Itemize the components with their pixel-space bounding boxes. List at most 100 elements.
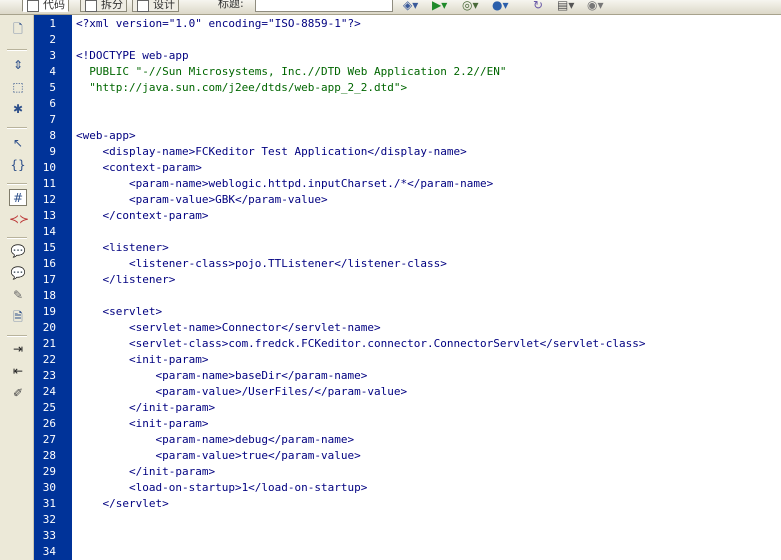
line-number: 2	[49, 33, 56, 46]
code-line[interactable]: <param-value>GBK</param-value>	[76, 192, 328, 208]
indent-icon[interactable]: ⇥	[9, 341, 27, 358]
select-tag-icon[interactable]: ✱	[9, 101, 27, 118]
code-line[interactable]: <param-name>weblogic.httpd.inputCharset.…	[76, 176, 493, 192]
tab-code-label: 代码	[43, 0, 65, 11]
highlight-icon[interactable]: ≺≻	[9, 211, 29, 228]
refresh-icon[interactable]: ↻	[533, 0, 543, 12]
line-numbers-icon[interactable]: #	[9, 189, 27, 206]
code-line[interactable]: <web-app>	[76, 128, 136, 144]
line-number: 11	[42, 177, 56, 190]
new-doc-icon[interactable]: 🗋	[9, 21, 27, 38]
code-line[interactable]: <param-name>baseDir</param-name>	[76, 368, 367, 384]
refresh-design-icon[interactable]: ◎▾	[462, 0, 479, 12]
line-number: 26	[42, 417, 56, 430]
tab-code[interactable]: 代码	[22, 0, 69, 12]
code-line[interactable]: <param-value>/UserFiles/</param-value>	[76, 384, 407, 400]
preview-icon[interactable]: ▶▾	[432, 0, 447, 12]
line-number: 15	[42, 241, 56, 254]
tab-split[interactable]: 拆分	[80, 0, 127, 12]
line-number: 3	[49, 49, 56, 62]
comment-icon[interactable]: 💬	[9, 243, 27, 260]
title-input[interactable]	[255, 0, 393, 12]
tab-split-label: 拆分	[101, 0, 123, 11]
title-label: 标题:	[218, 0, 244, 10]
file-management-icon[interactable]: ◈▾	[403, 0, 418, 12]
toolbar-divider	[7, 49, 27, 51]
line-number: 24	[42, 385, 56, 398]
line-number: 1	[49, 17, 56, 30]
code-line[interactable]: </init-param>	[76, 400, 215, 416]
document-toolbar: 代码 拆分 设计 标题: ◈▾ ▶▾ ◎▾ ●▾ ↻ ▤▾ ◉▾	[0, 0, 781, 15]
code-line[interactable]: <!DOCTYPE web-app	[76, 48, 189, 64]
line-number-gutter: 1 2 3 4 5 6 7 8 9 10 11 12 13 14 15 16 17 18 19 20 21 22 23 24 2…	[34, 15, 72, 560]
line-number: 27	[42, 433, 56, 446]
line-number: 34	[42, 545, 56, 558]
line-number: 10	[42, 161, 56, 174]
toolbar-divider	[7, 183, 27, 185]
line-number: 12	[42, 193, 56, 206]
remove-comment-icon[interactable]: 💬	[9, 265, 27, 282]
line-number: 31	[42, 497, 56, 510]
line-number: 25	[42, 401, 56, 414]
line-number: 19	[42, 305, 56, 318]
code-line[interactable]: <?xml version="1.0" encoding="ISO-8859-1…	[76, 16, 361, 32]
tab-design-label: 设计	[153, 0, 175, 11]
line-number: 22	[42, 353, 56, 366]
visual-aids-icon[interactable]: ▤▾	[557, 0, 574, 12]
line-number: 33	[42, 529, 56, 542]
line-number: 13	[42, 209, 56, 222]
line-number: 6	[49, 97, 56, 110]
code-line[interactable]: "http://java.sun.com/j2ee/dtds/web-app_2…	[76, 80, 407, 96]
line-number: 16	[42, 257, 56, 270]
code-line[interactable]: <init-param>	[76, 416, 208, 432]
recent-snippet-icon[interactable]: 🗎	[9, 309, 27, 326]
line-number: 7	[49, 113, 56, 126]
line-number: 9	[49, 145, 56, 158]
split-view-icon	[85, 0, 97, 12]
tab-design[interactable]: 设计	[132, 0, 179, 12]
code-line[interactable]: <init-param>	[76, 352, 208, 368]
code-editor[interactable]: <?xml version="1.0" encoding="ISO-8859-1…	[72, 15, 781, 560]
toolbar-divider	[7, 237, 27, 239]
code-line[interactable]: <servlet>	[76, 304, 162, 320]
outdent-icon[interactable]: ⇤	[9, 363, 27, 380]
code-line[interactable]: <param-value>true</param-value>	[76, 448, 360, 464]
line-number: 14	[42, 225, 56, 238]
code-line[interactable]: </listener>	[76, 272, 175, 288]
code-line[interactable]: <servlet-name>Connector</servlet-name>	[76, 320, 381, 336]
braces-icon[interactable]: {}	[9, 157, 27, 174]
view-options-icon[interactable]: ●▾	[492, 0, 509, 12]
line-number: 18	[42, 289, 56, 302]
code-line[interactable]: </context-param>	[76, 208, 208, 224]
design-view-icon	[137, 0, 149, 12]
collapse-icon[interactable]: ⬚	[9, 79, 27, 96]
check-page-icon[interactable]: ◉▾	[587, 0, 604, 12]
code-line[interactable]: <display-name>FCKeditor Test Application…	[76, 144, 466, 160]
code-line[interactable]: <listener>	[76, 240, 168, 256]
code-line[interactable]: <context-param>	[76, 160, 201, 176]
code-line[interactable]: </servlet>	[76, 496, 168, 512]
expand-icon[interactable]: ⇕	[9, 57, 27, 74]
toolbar-divider	[7, 127, 27, 129]
line-number: 4	[49, 65, 56, 78]
wrap-tag-icon[interactable]: ✎	[9, 287, 27, 304]
line-number: 28	[42, 449, 56, 462]
line-number: 29	[42, 465, 56, 478]
format-icon[interactable]: ✐	[9, 385, 27, 402]
code-line[interactable]: <param-name>debug</param-name>	[76, 432, 354, 448]
code-line[interactable]: <listener-class>pojo.TTListener</listene…	[76, 256, 447, 272]
line-number: 5	[49, 81, 56, 94]
line-number: 17	[42, 273, 56, 286]
coding-toolbar: 🗋 ⇕ ⬚ ✱ ↖ {} # ≺≻ 💬 💬 ✎ 🗎 ⇥ ⇤ ✐	[0, 15, 34, 560]
toolbar-divider	[7, 335, 27, 337]
code-line[interactable]: <servlet-class>com.fredck.FCKeditor.conn…	[76, 336, 646, 352]
line-number: 8	[49, 129, 56, 142]
code-line[interactable]: PUBLIC "-//Sun Microsystems, Inc.//DTD W…	[76, 64, 506, 80]
wrap-icon[interactable]: ↖	[9, 135, 27, 152]
line-number: 23	[42, 369, 56, 382]
code-line[interactable]: </init-param>	[76, 464, 215, 480]
line-number: 32	[42, 513, 56, 526]
code-line[interactable]: <load-on-startup>1</load-on-startup>	[76, 480, 367, 496]
code-view-icon	[27, 0, 39, 12]
line-number: 20	[42, 321, 56, 334]
